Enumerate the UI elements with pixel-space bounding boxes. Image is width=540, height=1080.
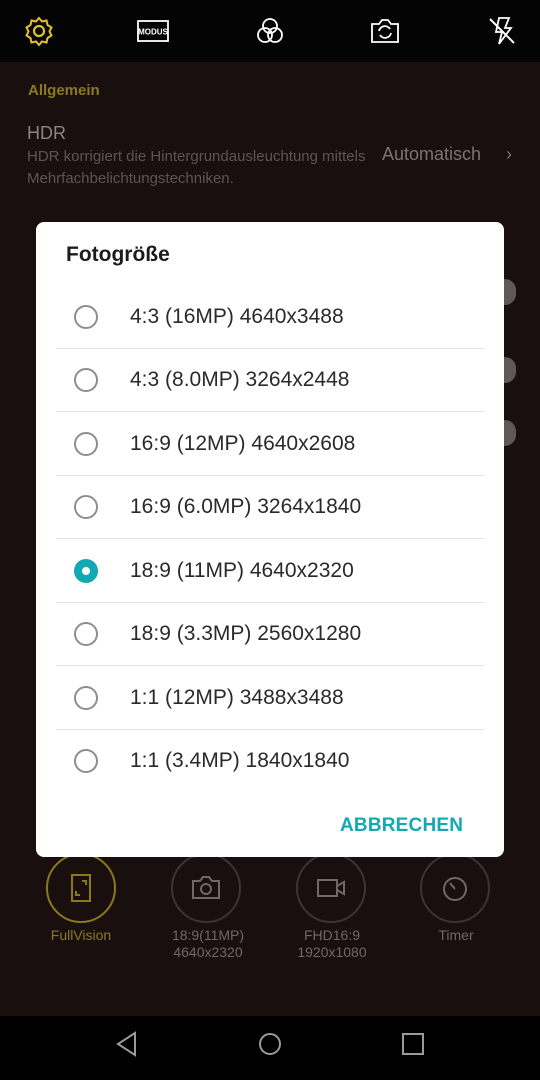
option-label: 18:9 (3.3MP) 2560x1280 — [130, 622, 362, 645]
fullvision-icon — [71, 874, 91, 902]
filters-icon[interactable] — [253, 14, 287, 48]
radio-button[interactable] — [74, 622, 98, 646]
option-label: 1:1 (12MP) 3488x3488 — [130, 686, 344, 709]
photo-size-dialog: Fotogröße 4:3 (16MP) 4640x3488 4:3 (8.0M… — [36, 222, 504, 857]
mode-photo-size-label: 18:9(11MP) 4640x2320 — [171, 927, 245, 960]
home-icon[interactable] — [256, 1030, 284, 1058]
chevron-right-icon: › — [506, 144, 512, 164]
option-label: 16:9 (6.0MP) 3264x1840 — [130, 495, 362, 518]
mode-photo-size-button[interactable] — [171, 853, 241, 923]
option-18-9-11mp[interactable]: 18:9 (11MP) 4640x2320 — [56, 540, 484, 603]
modus-label: MODUS — [138, 28, 168, 37]
timer-icon — [443, 877, 467, 901]
section-title-general: Allgemein — [28, 82, 100, 99]
flash-off-icon[interactable] — [485, 14, 519, 48]
hdr-value[interactable]: Automatisch — [382, 144, 481, 165]
hdr-title[interactable]: HDR — [27, 123, 66, 144]
option-label: 4:3 (16MP) 4640x3488 — [130, 305, 344, 328]
cancel-button[interactable]: ABBRECHEN — [340, 815, 463, 837]
option-label: 16:9 (12MP) 4640x2608 — [130, 432, 356, 455]
mode-timer-label: Timer — [438, 927, 474, 943]
radio-button[interactable] — [74, 368, 98, 392]
dialog-title: Fotogröße — [66, 243, 170, 266]
option-16-9-6mp[interactable]: 16:9 (6.0MP) 3264x1840 — [56, 476, 484, 539]
option-1-1-3mp[interactable]: 1:1 (3.4MP) 1840x1840 — [56, 730, 484, 793]
recents-icon[interactable] — [399, 1030, 427, 1058]
option-4-3-8mp[interactable]: 4:3 (8.0MP) 3264x2448 — [56, 349, 484, 412]
mode-fullvision-label: FullVision — [50, 927, 112, 943]
radio-button[interactable] — [74, 305, 98, 329]
mode-timer-button[interactable] — [420, 853, 490, 923]
option-16-9-12mp[interactable]: 16:9 (12MP) 4640x2608 — [56, 413, 484, 476]
mode-fullvision-button[interactable] — [46, 853, 116, 923]
modus-icon[interactable]: MODUS — [136, 14, 170, 48]
radio-button-checked[interactable] — [74, 559, 98, 583]
option-18-9-3mp[interactable]: 18:9 (3.3MP) 2560x1280 — [56, 603, 484, 666]
hdr-description: HDR korrigiert die Hintergrundausleuchtu… — [27, 148, 366, 187]
mode-video-size-label: FHD16:9 1920x1080 — [297, 927, 367, 960]
radio-button[interactable] — [74, 686, 98, 710]
settings-gear-icon[interactable] — [22, 14, 56, 48]
camera-icon — [192, 876, 220, 899]
option-label: 18:9 (11MP) 4640x2320 — [130, 559, 354, 582]
option-label: 1:1 (3.4MP) 1840x1840 — [130, 749, 350, 772]
option-label: 4:3 (8.0MP) 3264x2448 — [130, 368, 350, 391]
switch-camera-icon[interactable] — [368, 14, 402, 48]
divider — [56, 665, 484, 666]
back-icon[interactable] — [113, 1030, 141, 1058]
radio-button[interactable] — [74, 495, 98, 519]
radio-button[interactable] — [74, 432, 98, 456]
radio-button[interactable] — [74, 749, 98, 773]
camera-toolbar: MODUS — [0, 0, 540, 62]
option-4-3-16mp[interactable]: 4:3 (16MP) 4640x3488 — [56, 286, 484, 349]
option-1-1-12mp[interactable]: 1:1 (12MP) 3488x3488 — [56, 667, 484, 730]
mode-video-size-button[interactable] — [296, 853, 366, 923]
divider — [56, 538, 484, 539]
video-icon — [317, 879, 345, 897]
divider — [56, 411, 484, 412]
